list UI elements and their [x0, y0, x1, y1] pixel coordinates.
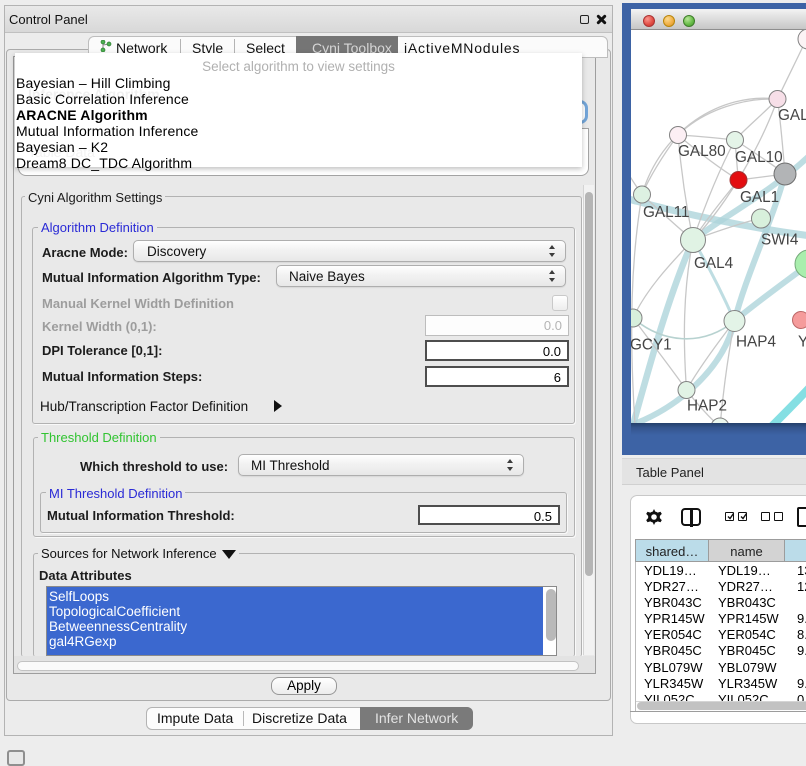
svg-text:GAL7: GAL7	[778, 107, 806, 124]
svg-text:GAL10: GAL10	[735, 149, 783, 166]
svg-text:GAL80: GAL80	[678, 143, 726, 160]
svg-text:HAP2: HAP2	[687, 398, 727, 415]
svg-text:GAL1: GAL1	[740, 189, 779, 206]
svg-text:GCY1: GCY1	[631, 337, 672, 354]
svg-text:HAP4: HAP4	[736, 334, 776, 351]
svg-text:GAL4: GAL4	[694, 255, 734, 272]
svg-text:GAL11: GAL11	[643, 204, 690, 221]
svg-text:YEL0: YEL0	[798, 334, 806, 351]
svg-text:SWI4: SWI4	[761, 232, 799, 249]
